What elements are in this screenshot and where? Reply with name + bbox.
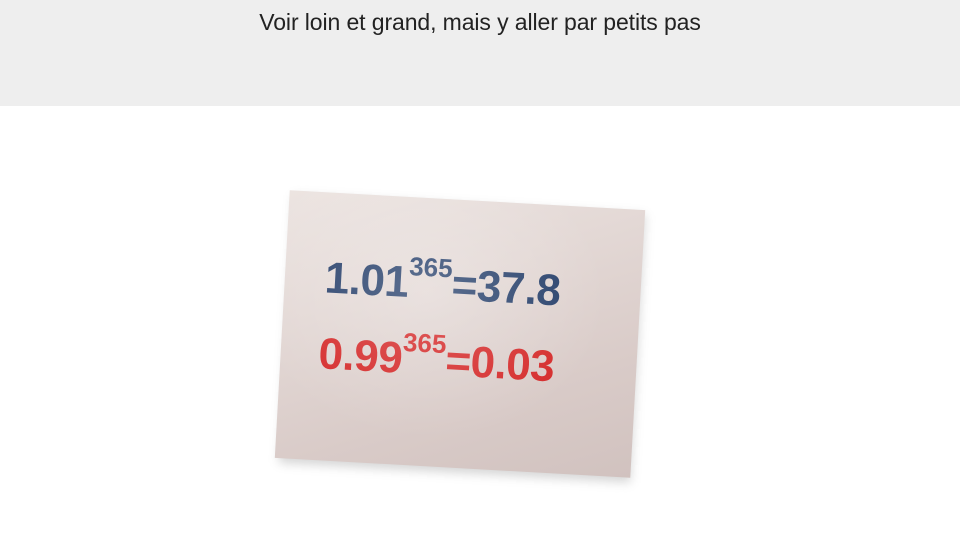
equation-decline-result: =0.03 [444,336,556,392]
equation-decline-base: 0.99 [317,329,404,383]
slide: Voir loin et grand, mais y aller par pet… [0,0,960,540]
equation-growth-base: 1.01 [323,253,410,308]
equation-growth: 1.01365=37.8 [323,251,562,316]
equation-growth-result: =37.8 [450,260,562,316]
slide-title: Voir loin et grand, mais y aller par pet… [259,9,701,35]
equation-decline: 0.99365=0.03 [317,327,556,392]
title-bar: Voir loin et grand, mais y aller par pet… [0,0,960,106]
equation-growth-exponent: 365 [408,251,454,284]
equation-photo: 1.01365=37.8 0.99365=0.03 [274,190,646,478]
equation-decline-exponent: 365 [402,326,448,360]
